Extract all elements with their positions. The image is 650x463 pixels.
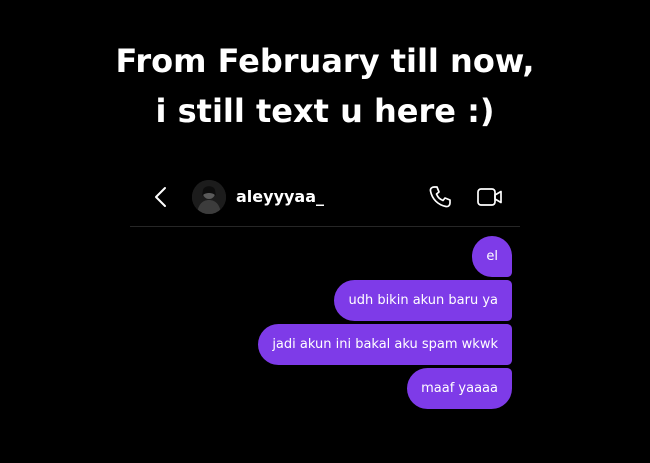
video-call-button[interactable] <box>476 184 504 210</box>
caption-text: From February till now, i still text u h… <box>0 36 650 136</box>
video-camera-icon <box>477 188 502 206</box>
message-bubble[interactable]: maaf yaaaa <box>407 368 512 409</box>
message-bubble[interactable]: udh bikin akun baru ya <box>334 280 512 321</box>
chat-username[interactable]: aleyyyaa_ <box>236 187 324 207</box>
chat-header: aleyyyaa_ <box>130 172 520 227</box>
voice-call-button[interactable] <box>427 184 453 210</box>
caption-line-1: From February till now, <box>115 42 535 80</box>
message-list: el udh bikin akun baru ya jadi akun ini … <box>130 236 512 412</box>
message-bubble[interactable]: jadi akun ini bakal aku spam wkwk <box>258 324 512 365</box>
avatar[interactable] <box>192 180 226 214</box>
profile-avatar-icon <box>192 180 226 214</box>
message-bubble[interactable]: el <box>472 236 512 277</box>
caption-line-2: i still text u here :) <box>155 92 495 130</box>
back-button[interactable] <box>150 184 174 210</box>
chevron-left-icon <box>155 187 166 207</box>
phone-icon <box>429 186 451 208</box>
